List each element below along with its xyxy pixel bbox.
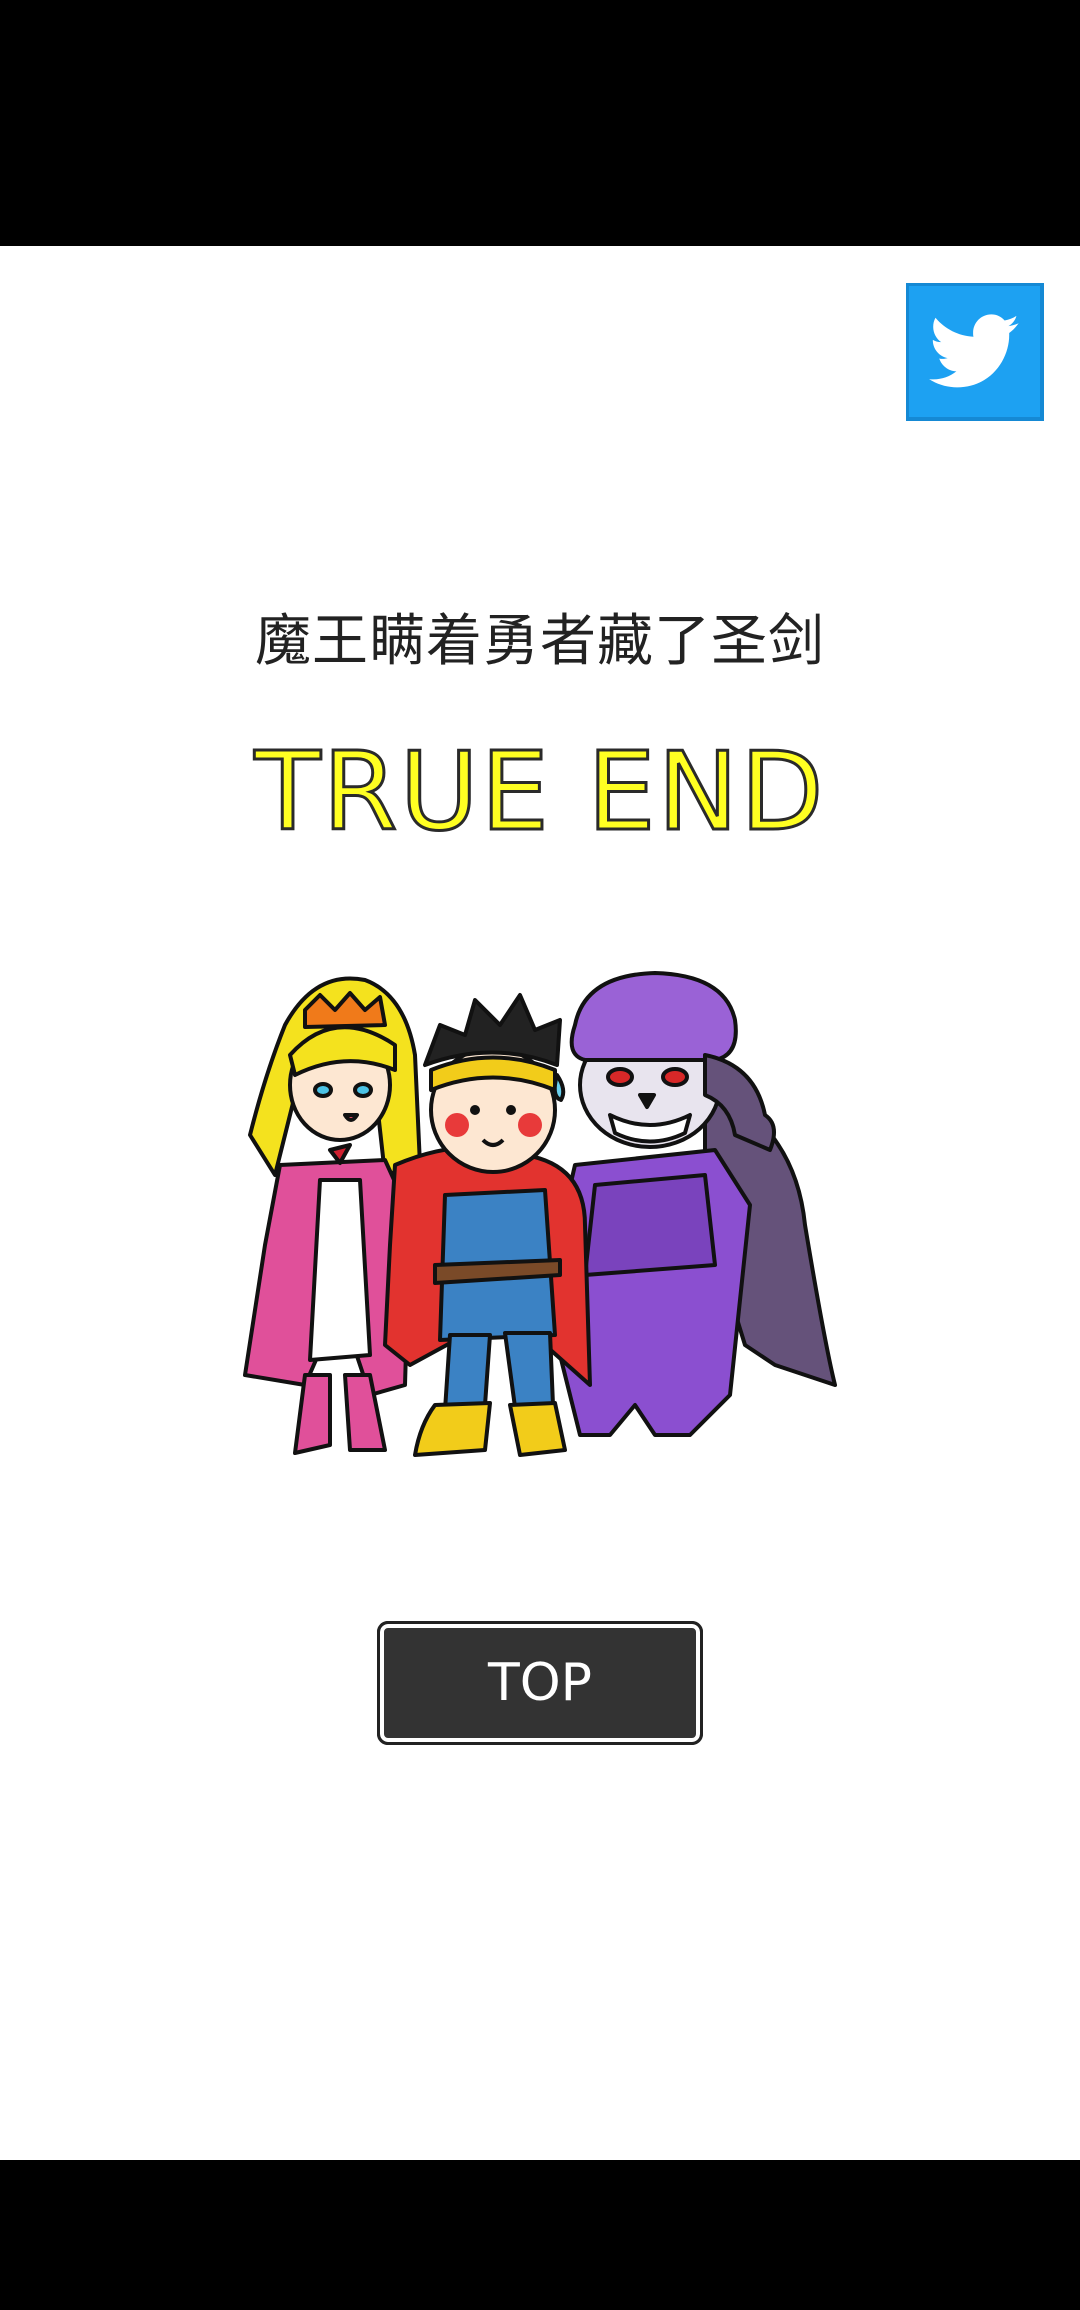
ending-illustration bbox=[243, 971, 837, 1457]
status-bar-area bbox=[0, 0, 1080, 246]
navigation-bar-area bbox=[0, 2160, 1080, 2310]
ending-type-label: TRUE END bbox=[253, 729, 826, 857]
twitter-bird-icon bbox=[928, 313, 1019, 387]
ending-title: 魔王瞒着勇者藏了圣剑 bbox=[255, 609, 825, 674]
twitter-share-button[interactable] bbox=[906, 283, 1044, 421]
top-button[interactable]: TOP bbox=[377, 1621, 703, 1745]
